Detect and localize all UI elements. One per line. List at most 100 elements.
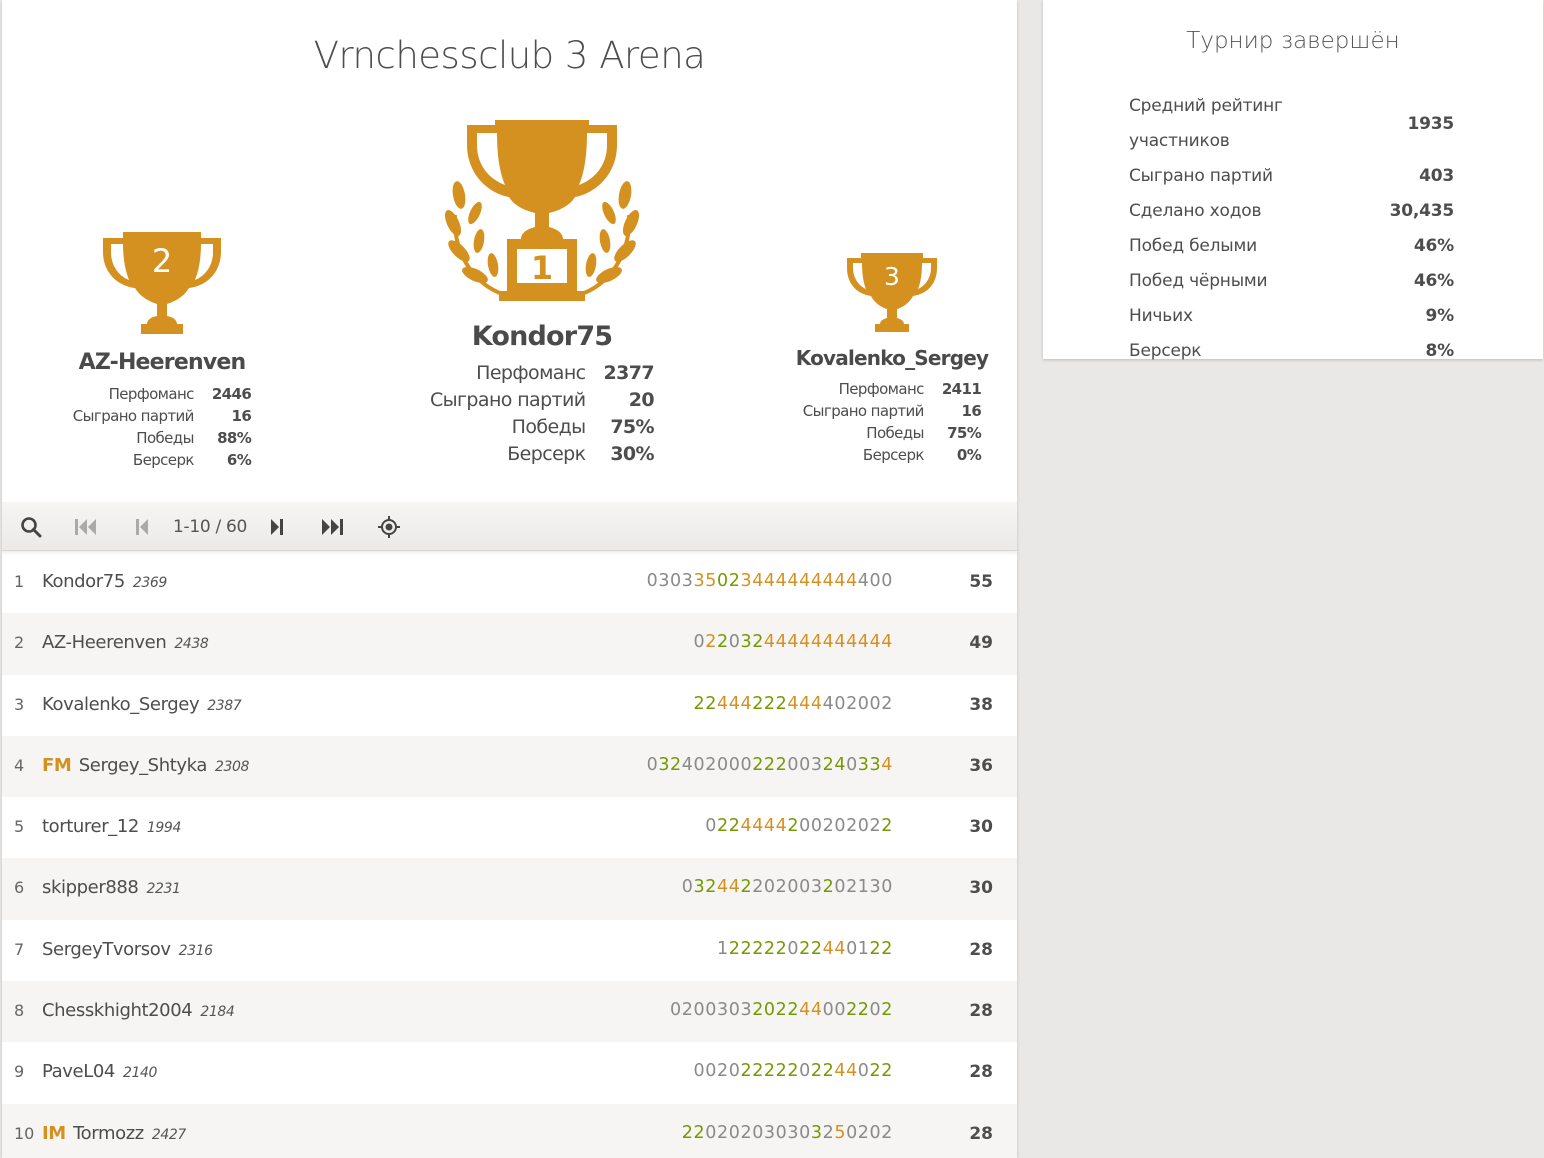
my-position-button[interactable] [376,514,402,540]
player-title-badge: FM [42,754,72,776]
row-score-sheet: 0200303202244002202 [670,1000,893,1021]
row-rank: 3 [14,694,25,714]
row-total-score: 28 [969,1123,993,1144]
tournament-summary: Турнир завершён Средний рейтинг участник… [1043,0,1543,361]
row-total-score: 49 [969,633,993,654]
row-total-score: 28 [969,1062,993,1083]
search-icon [21,517,42,538]
row-player[interactable]: AZ-Heerenven 2438 [42,632,209,653]
player-name[interactable]: Tormozz [73,1123,144,1144]
player-name[interactable]: SergeyTvorsov [42,939,171,960]
player-name[interactable]: skipper888 [42,877,139,898]
row-total-score: 55 [969,572,993,592]
player-rating: 2316 [178,942,213,959]
table-row[interactable]: 5 torturer_12 1994 0224444200202022 30 [2,797,1017,858]
player-rating: 2184 [200,1004,235,1021]
row-player[interactable]: skipper888 2231 [42,877,181,898]
row-player[interactable]: Chesskhight2004 2184 [42,1000,235,1021]
row-rank: 4 [14,755,25,775]
table-row[interactable]: 6 skipper888 2231 032442202003202130 30 [2,858,1017,920]
row-score-sheet: 0224444200202022 [705,816,893,837]
table-row[interactable]: 9 PaveL04 2140 00202222202244022 28 [2,1042,1017,1103]
player-rating: 2308 [214,758,249,775]
table-row[interactable]: 2 AZ-Heerenven 2438 02203244444444444 49 [2,613,1017,675]
prev-page-icon [136,519,148,535]
prev-page-button[interactable] [129,514,155,540]
tournament-title: Vrnchessclub 3 Arena [313,34,706,77]
player-name[interactable]: Kovalenko_Sergey [42,694,200,715]
player-rating: 2231 [146,881,181,898]
player-rating: 2438 [174,636,209,653]
next-page-button[interactable] [264,514,290,540]
trophy-second-icon: 2 [103,232,221,334]
row-player[interactable]: IM Tormozz 2427 [42,1123,186,1144]
row-rank: 6 [14,878,25,898]
table-row[interactable]: 3 Kovalenko_Sergey 2387 22444222444402002 38 [2,675,1017,736]
trophy-first-icon: 1 [444,120,640,301]
row-player[interactable]: torturer_12 1994 [42,816,181,837]
player-rating: 2140 [122,1065,157,1082]
row-player[interactable]: Kondor75 2369 [42,571,167,592]
player-name[interactable]: Kondor75 [42,571,125,592]
podium-second: 2 AZ-Heerenven Перфоманс 2446 Сыграно пар… [62,228,262,471]
svg-text:1: 1 [531,249,553,287]
row-score-sheet: 220202030303250202 [681,1122,893,1143]
search-button[interactable] [18,514,44,540]
last-page-icon [322,519,343,535]
first-page-icon [75,519,96,535]
table-row[interactable]: 7 SergeyTvorsov 2316 122222022440122 28 [2,920,1017,981]
standings-toolbar: 1-10 / 60 [2,502,1017,551]
row-rank: 10 [14,1123,35,1143]
row-rank: 9 [14,1062,25,1082]
tournament-panel: Vrnchessclub 3 Arena 1 Kondor75 Перфоман… [2,0,1017,1158]
row-player[interactable]: Kovalenko_Sergey 2387 [42,694,242,715]
row-rank: 1 [14,572,25,591]
table-row[interactable]: 1 Kondor75 2369 030335023444444444400 55 [2,552,1017,613]
podium-third-name[interactable]: Kovalenko_Sergey [792,346,992,370]
table-row[interactable]: 10 IM Tormozz 2427 220202030303250202 28 [2,1103,1017,1158]
row-score-sheet: 030335023444444444400 [646,571,893,591]
table-row[interactable]: 4 FM Sergey_Shtyka 2308 0324020002220032403… [2,735,1017,798]
row-total-score: 36 [969,755,993,776]
podium-second-name[interactable]: AZ-Heerenven [62,350,262,375]
table-row[interactable]: 8 Chesskhight2004 2184 0200303202244002202 2… [2,981,1017,1043]
last-page-button[interactable] [319,514,345,540]
player-rating: 1994 [146,820,181,837]
my-position-icon [378,516,400,538]
row-player[interactable]: PaveL04 2140 [42,1061,157,1082]
row-score-sheet: 00202222202244022 [693,1061,893,1082]
row-total-score: 28 [969,939,993,960]
podium-first: 1 Kondor75 Перфоманс 2377 Сыграно партий 2… [412,115,672,468]
row-score-sheet: 032442202003202130 [681,877,893,898]
player-rating: 2369 [132,575,167,591]
svg-text:2: 2 [152,242,172,280]
podium-third: 3 Kovalenko_Sergey Перфоманс 2411 Сыграно… [792,250,992,466]
row-player[interactable]: SergeyTvorsov 2316 [42,939,213,960]
row-score-sheet: 122222022440122 [716,938,893,959]
row-total-score: 30 [969,878,993,899]
row-rank: 8 [14,1001,25,1021]
player-name[interactable]: PaveL04 [42,1061,115,1082]
player-rating: 2427 [151,1126,186,1143]
row-rank: 5 [14,817,25,837]
podium-first-name[interactable]: Kondor75 [412,321,672,352]
row-rank: 7 [14,939,25,959]
player-rating: 2387 [207,697,242,714]
player-name[interactable]: Chesskhight2004 [42,1000,193,1021]
row-score-sheet: 22444222444402002 [693,693,893,714]
player-name[interactable]: Sergey_Shtyka [79,755,208,776]
row-score-sheet: 02203244444444444 [693,632,893,653]
summary-table: Средний рейтинг участников 1935 Сыграно п… [1129,96,1454,361]
svg-text:3: 3 [884,262,900,291]
row-player[interactable]: FM Sergey_Shtyka 2308 [42,755,249,776]
row-total-score: 28 [969,1001,993,1022]
podium-third-stats: Перфоманс 2411 Сыграно партий 16 Победы 75%… [802,380,982,464]
player-name[interactable]: torturer_12 [42,816,139,837]
row-total-score: 38 [969,694,993,715]
player-name[interactable]: AZ-Heerenven [42,632,167,653]
podium-second-stats: Перфоманс 2446 Сыграно партий 16 Победы 88%… [72,385,252,469]
next-page-icon [271,519,283,535]
row-score-sheet: 032402000222003240334 [646,754,893,775]
first-page-button[interactable] [73,514,99,540]
pager-label: 1-10 / 60 [173,517,248,537]
